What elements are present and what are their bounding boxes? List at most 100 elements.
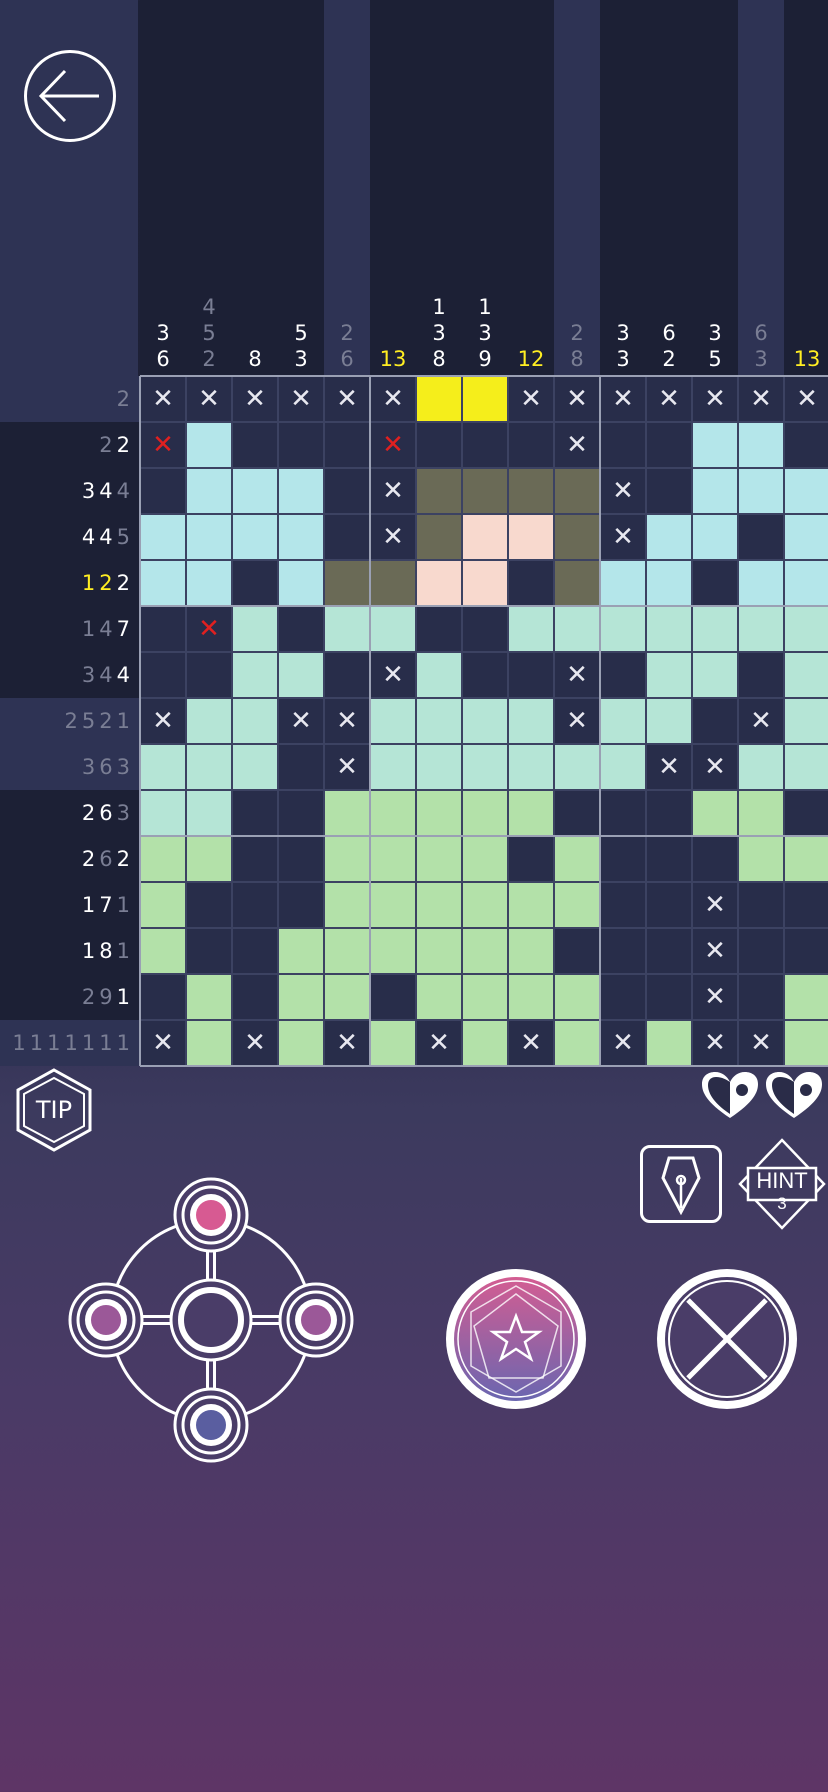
grid-cell[interactable]	[692, 560, 738, 606]
grid-cell[interactable]	[232, 560, 278, 606]
grid-cell[interactable]: ✕	[140, 1020, 186, 1066]
grid-cell[interactable]	[554, 744, 600, 790]
grid-cell[interactable]	[784, 790, 828, 836]
grid-cell[interactable]	[416, 468, 462, 514]
grid-cell[interactable]	[784, 974, 828, 1020]
grid-cell[interactable]: ✕	[370, 468, 416, 514]
grid-cell[interactable]	[600, 790, 646, 836]
grid-cell[interactable]	[324, 974, 370, 1020]
grid-cell[interactable]	[186, 974, 232, 1020]
grid-cell[interactable]	[370, 606, 416, 652]
grid-cell[interactable]	[462, 468, 508, 514]
grid-cell[interactable]	[692, 790, 738, 836]
grid-cell[interactable]: ✕	[554, 422, 600, 468]
grid-cell[interactable]	[278, 836, 324, 882]
grid-cell[interactable]	[324, 606, 370, 652]
grid-cell[interactable]	[462, 514, 508, 560]
grid-cell[interactable]	[370, 974, 416, 1020]
grid-cell[interactable]	[462, 652, 508, 698]
grid-cell[interactable]: ✕	[692, 974, 738, 1020]
grid-cell[interactable]: ✕	[324, 744, 370, 790]
grid-cell[interactable]	[462, 698, 508, 744]
grid-cell[interactable]	[508, 652, 554, 698]
grid-cell[interactable]	[324, 790, 370, 836]
grid-cell[interactable]	[600, 974, 646, 1020]
grid-cell[interactable]	[646, 514, 692, 560]
grid-cell[interactable]	[692, 652, 738, 698]
grid-cell[interactable]: ✕	[692, 1020, 738, 1066]
grid-cell[interactable]	[508, 790, 554, 836]
grid-cell[interactable]	[416, 376, 462, 422]
fill-button[interactable]	[443, 1266, 589, 1412]
grid-cell[interactable]: ✕	[324, 1020, 370, 1066]
grid-cell[interactable]	[600, 606, 646, 652]
grid-cell[interactable]	[554, 928, 600, 974]
grid-cell[interactable]: ✕	[646, 744, 692, 790]
grid-cell[interactable]	[416, 974, 462, 1020]
grid-cell[interactable]	[416, 514, 462, 560]
grid-cell[interactable]: ✕	[232, 376, 278, 422]
grid-cell[interactable]	[278, 422, 324, 468]
grid-cell[interactable]	[784, 882, 828, 928]
grid-cell[interactable]	[784, 606, 828, 652]
grid-cell[interactable]: ✕	[324, 376, 370, 422]
grid-cell[interactable]	[784, 836, 828, 882]
grid-cell[interactable]: ✕	[370, 652, 416, 698]
grid-cell[interactable]	[278, 974, 324, 1020]
grid-cell[interactable]	[600, 652, 646, 698]
grid-cell[interactable]	[186, 744, 232, 790]
grid-cell[interactable]	[462, 928, 508, 974]
grid-cell[interactable]	[232, 744, 278, 790]
grid-cell[interactable]	[508, 974, 554, 1020]
grid-cell[interactable]	[738, 652, 784, 698]
grid-cell[interactable]: ✕	[738, 376, 784, 422]
grid-cell[interactable]	[462, 744, 508, 790]
grid-cell[interactable]	[646, 560, 692, 606]
grid-cell[interactable]	[416, 698, 462, 744]
grid-cell[interactable]	[692, 606, 738, 652]
grid-cell[interactable]	[738, 744, 784, 790]
grid-cell[interactable]	[370, 790, 416, 836]
grid-cell[interactable]	[140, 560, 186, 606]
grid-cell[interactable]	[232, 836, 278, 882]
grid-cell[interactable]	[232, 514, 278, 560]
grid-cell[interactable]	[784, 698, 828, 744]
grid-cell[interactable]	[600, 422, 646, 468]
grid-cell[interactable]: ✕	[692, 928, 738, 974]
grid-cell[interactable]: ✕	[554, 376, 600, 422]
grid-cell[interactable]: ✕	[370, 422, 416, 468]
grid-cell[interactable]	[186, 928, 232, 974]
grid-cell[interactable]	[738, 928, 784, 974]
grid-cell[interactable]	[508, 744, 554, 790]
grid-cell[interactable]	[462, 560, 508, 606]
grid-cell[interactable]	[738, 974, 784, 1020]
grid-cell[interactable]	[600, 928, 646, 974]
directional-pad[interactable]	[66, 1175, 356, 1465]
grid-cell[interactable]	[140, 882, 186, 928]
grid-cell[interactable]	[232, 974, 278, 1020]
grid-cell[interactable]	[186, 790, 232, 836]
grid-cell[interactable]: ✕	[784, 376, 828, 422]
grid-cell[interactable]	[646, 836, 692, 882]
grid-cell[interactable]	[784, 744, 828, 790]
grid-cell[interactable]	[462, 422, 508, 468]
grid-cell[interactable]: ✕	[186, 606, 232, 652]
grid-cell[interactable]	[784, 652, 828, 698]
grid-cell[interactable]	[784, 422, 828, 468]
grid-cell[interactable]: ✕	[508, 376, 554, 422]
grid-cell[interactable]	[692, 514, 738, 560]
grid-cell[interactable]	[370, 928, 416, 974]
grid-cell[interactable]: ✕	[140, 422, 186, 468]
grid-cell[interactable]	[232, 882, 278, 928]
grid-cell[interactable]	[140, 606, 186, 652]
grid-cell[interactable]	[416, 836, 462, 882]
grid-cell[interactable]	[738, 422, 784, 468]
grid-cell[interactable]	[232, 652, 278, 698]
grid-cell[interactable]	[508, 606, 554, 652]
grid-cell[interactable]	[278, 882, 324, 928]
back-button[interactable]	[24, 50, 116, 142]
grid-cell[interactable]	[416, 560, 462, 606]
grid-cell[interactable]	[738, 514, 784, 560]
pen-mode-button[interactable]	[640, 1145, 722, 1223]
grid-cell[interactable]	[554, 836, 600, 882]
